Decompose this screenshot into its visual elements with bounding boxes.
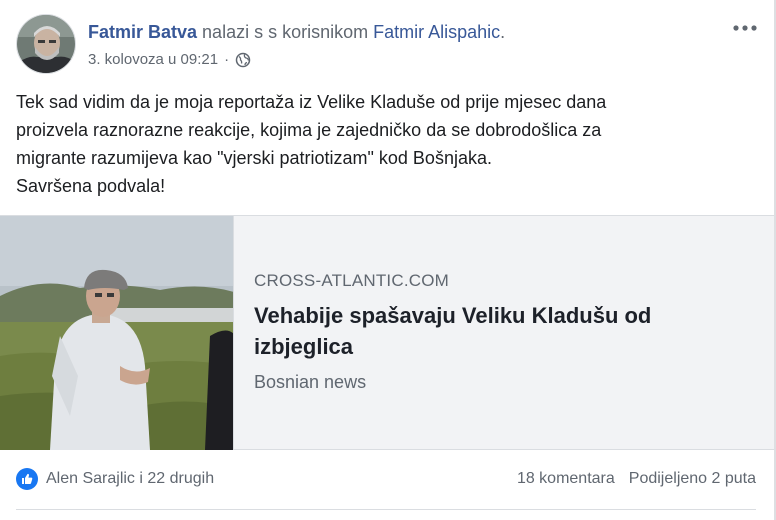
globe-icon[interactable] [235, 52, 251, 68]
link-preview-card[interactable]: CROSS-ATLANTIC.COM Vehabije spašavaju Ve… [0, 215, 774, 450]
tagged-user-link[interactable]: Fatmir Alispahic [373, 22, 500, 42]
link-info[interactable]: CROSS-ATLANTIC.COM Vehabije spašavaju Ve… [254, 270, 754, 394]
author-avatar[interactable] [16, 14, 76, 74]
timestamp-link[interactable]: 3. kolovoza u 09:21 [88, 50, 218, 70]
shares-count-link[interactable]: Podijeljeno 2 puta [629, 470, 756, 488]
post-text-line: migrante razumijeva kao "vjerski patriot… [16, 148, 492, 168]
post-text-line: Tek sad vidim da je moja reportaža iz Ve… [16, 92, 607, 112]
footer-divider [16, 509, 756, 510]
post-footer: Alen Sarajlic i 22 drugih 18 komentara P… [16, 466, 756, 494]
tagged-suffix: . [500, 22, 506, 42]
facebook-post: Fatmir Batva nalazi s s korisnikom Fatmi… [0, 0, 776, 520]
thumbnail-image [0, 216, 233, 450]
reactions-summary[interactable]: Alen Sarajlic i 22 drugih [16, 468, 214, 490]
meta-separator: · [224, 51, 230, 68]
like-icon [16, 468, 38, 490]
comments-count-link[interactable]: 18 komentara [517, 470, 615, 488]
more-options-icon[interactable] [730, 16, 760, 40]
link-description: Bosnian news [254, 372, 367, 392]
link-domain: CROSS-ATLANTIC.COM [254, 271, 450, 290]
with-text: nalazi s s korisnikom [197, 22, 374, 42]
likes-text[interactable]: Alen Sarajlic i 22 drugih [46, 470, 214, 488]
stats-gap [615, 470, 629, 488]
post-text-line: Savršena podvala! [16, 176, 166, 196]
post-text-line: proizvela raznorazne reakcije, kojima je… [16, 120, 602, 140]
post-meta: 3. kolovoza u 09:21 · [88, 50, 251, 70]
link-title-line: izbjeglica [254, 334, 354, 359]
link-thumbnail[interactable] [0, 216, 234, 450]
link-title-line: Vehabije spašavaju Veliku Kladušu od [254, 303, 652, 328]
avatar-photo [17, 15, 75, 73]
header-title: Fatmir Batva nalazi s s korisnikom Fatmi… [88, 21, 505, 43]
post-stats: 18 komentara Podijeljeno 2 puta [517, 470, 756, 488]
author-name-link[interactable]: Fatmir Batva [88, 22, 197, 42]
link-title[interactable]: Vehabije spašavaju Veliku Kladušu od izb… [254, 300, 754, 362]
post-header: Fatmir Batva nalazi s s korisnikom Fatmi… [16, 14, 760, 74]
post-body-text: Tek sad vidim da je moja reportaža iz Ve… [16, 88, 756, 200]
